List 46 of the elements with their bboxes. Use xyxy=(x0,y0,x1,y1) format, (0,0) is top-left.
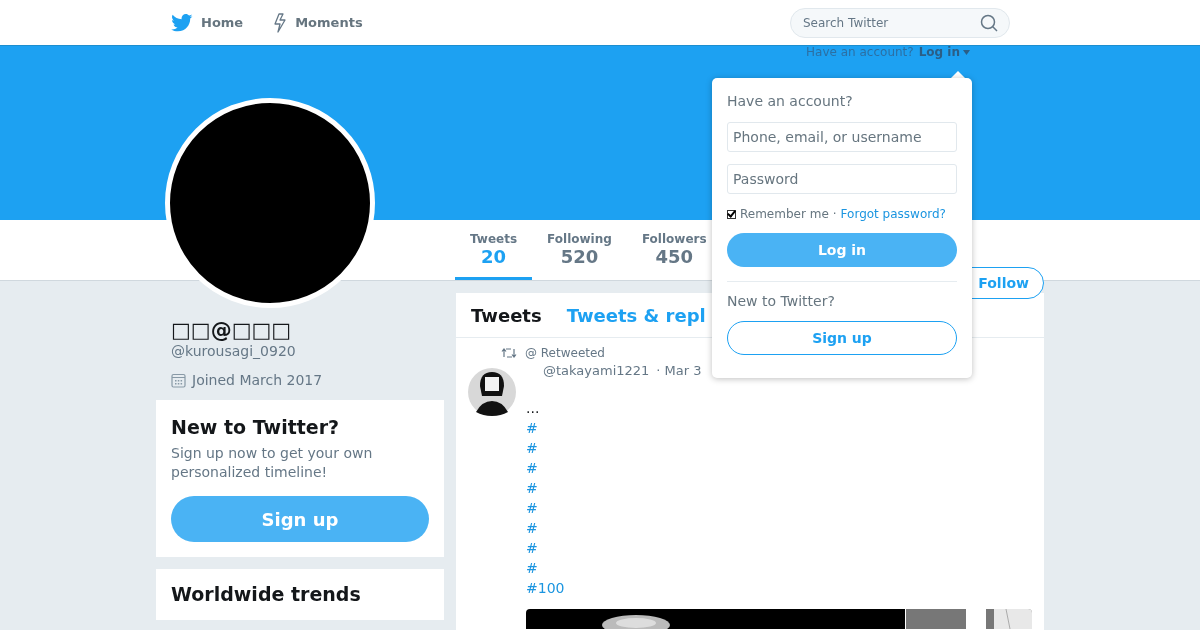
retweet-icon xyxy=(501,347,517,359)
timeline-tab[interactable]: Tweets & repl xyxy=(566,304,706,326)
hashtag-link[interactable]: # xyxy=(526,418,538,438)
signup-prompt: New to Twitter? xyxy=(727,293,836,309)
hashtag-link[interactable]: # xyxy=(526,438,538,458)
search-icon xyxy=(980,13,998,32)
timeline-tab[interactable]: Tweets xyxy=(471,304,542,326)
nav-link[interactable]: Home xyxy=(171,12,244,33)
tweet-time: · Mar 3 xyxy=(656,363,702,378)
login-link[interactable]: Log in xyxy=(918,45,970,59)
input-field[interactable]: Phone, email, or username xyxy=(727,122,957,152)
hashtag-link[interactable]: # xyxy=(526,478,538,498)
hashtag-link[interactable]: # xyxy=(526,498,538,518)
card-text: Sign up now to get your own personalized timeline! xyxy=(171,444,374,482)
separator-dot: · xyxy=(832,207,837,221)
avatar-icon xyxy=(468,368,516,416)
hashtag-link[interactable]: #100 xyxy=(526,578,565,598)
hashtag-link[interactable]: # xyxy=(526,518,538,538)
stat-tab[interactable]: Tweets 20 xyxy=(455,220,533,280)
card-title: Worldwide trends xyxy=(171,583,362,605)
calendar-icon xyxy=(171,372,186,388)
join-date: Joined March 2017 xyxy=(192,372,323,388)
display-name: □□@□□□ xyxy=(171,317,293,343)
search-field[interactable]: Search Twitter xyxy=(790,7,1010,38)
remember-label: Remember me xyxy=(740,207,829,221)
tweet-author-handle[interactable]: @takayami1221 xyxy=(543,363,650,378)
lightning-icon xyxy=(273,12,288,33)
nav-link[interactable]: Moments xyxy=(273,12,363,33)
remember-checkbox[interactable] xyxy=(727,209,736,219)
retweet-label: @ Retweeted xyxy=(525,346,605,360)
bird-icon xyxy=(171,13,193,32)
user-handle: @kurousagi_0920 xyxy=(171,343,297,359)
caret-icon xyxy=(963,49,970,55)
forgot-password-link[interactable]: Forgot password? xyxy=(840,207,946,221)
hashtag-link[interactable]: # xyxy=(526,538,538,558)
hashtag-link[interactable]: # xyxy=(526,458,538,478)
login-button[interactable]: Log in xyxy=(727,233,957,267)
dropdown-title: Have an account? xyxy=(727,93,854,109)
hashtag-link[interactable]: # xyxy=(526,558,538,578)
card-title: New to Twitter? xyxy=(171,416,341,438)
signup-button[interactable]: Sign up xyxy=(171,496,429,542)
tweet-text: ... xyxy=(526,399,540,418)
signup-button[interactable]: Sign up xyxy=(727,321,957,355)
stat-tab[interactable]: Following 520 xyxy=(532,220,627,280)
login-prompt-text: Have an account? xyxy=(806,45,914,59)
input-field[interactable]: Password xyxy=(727,164,957,194)
